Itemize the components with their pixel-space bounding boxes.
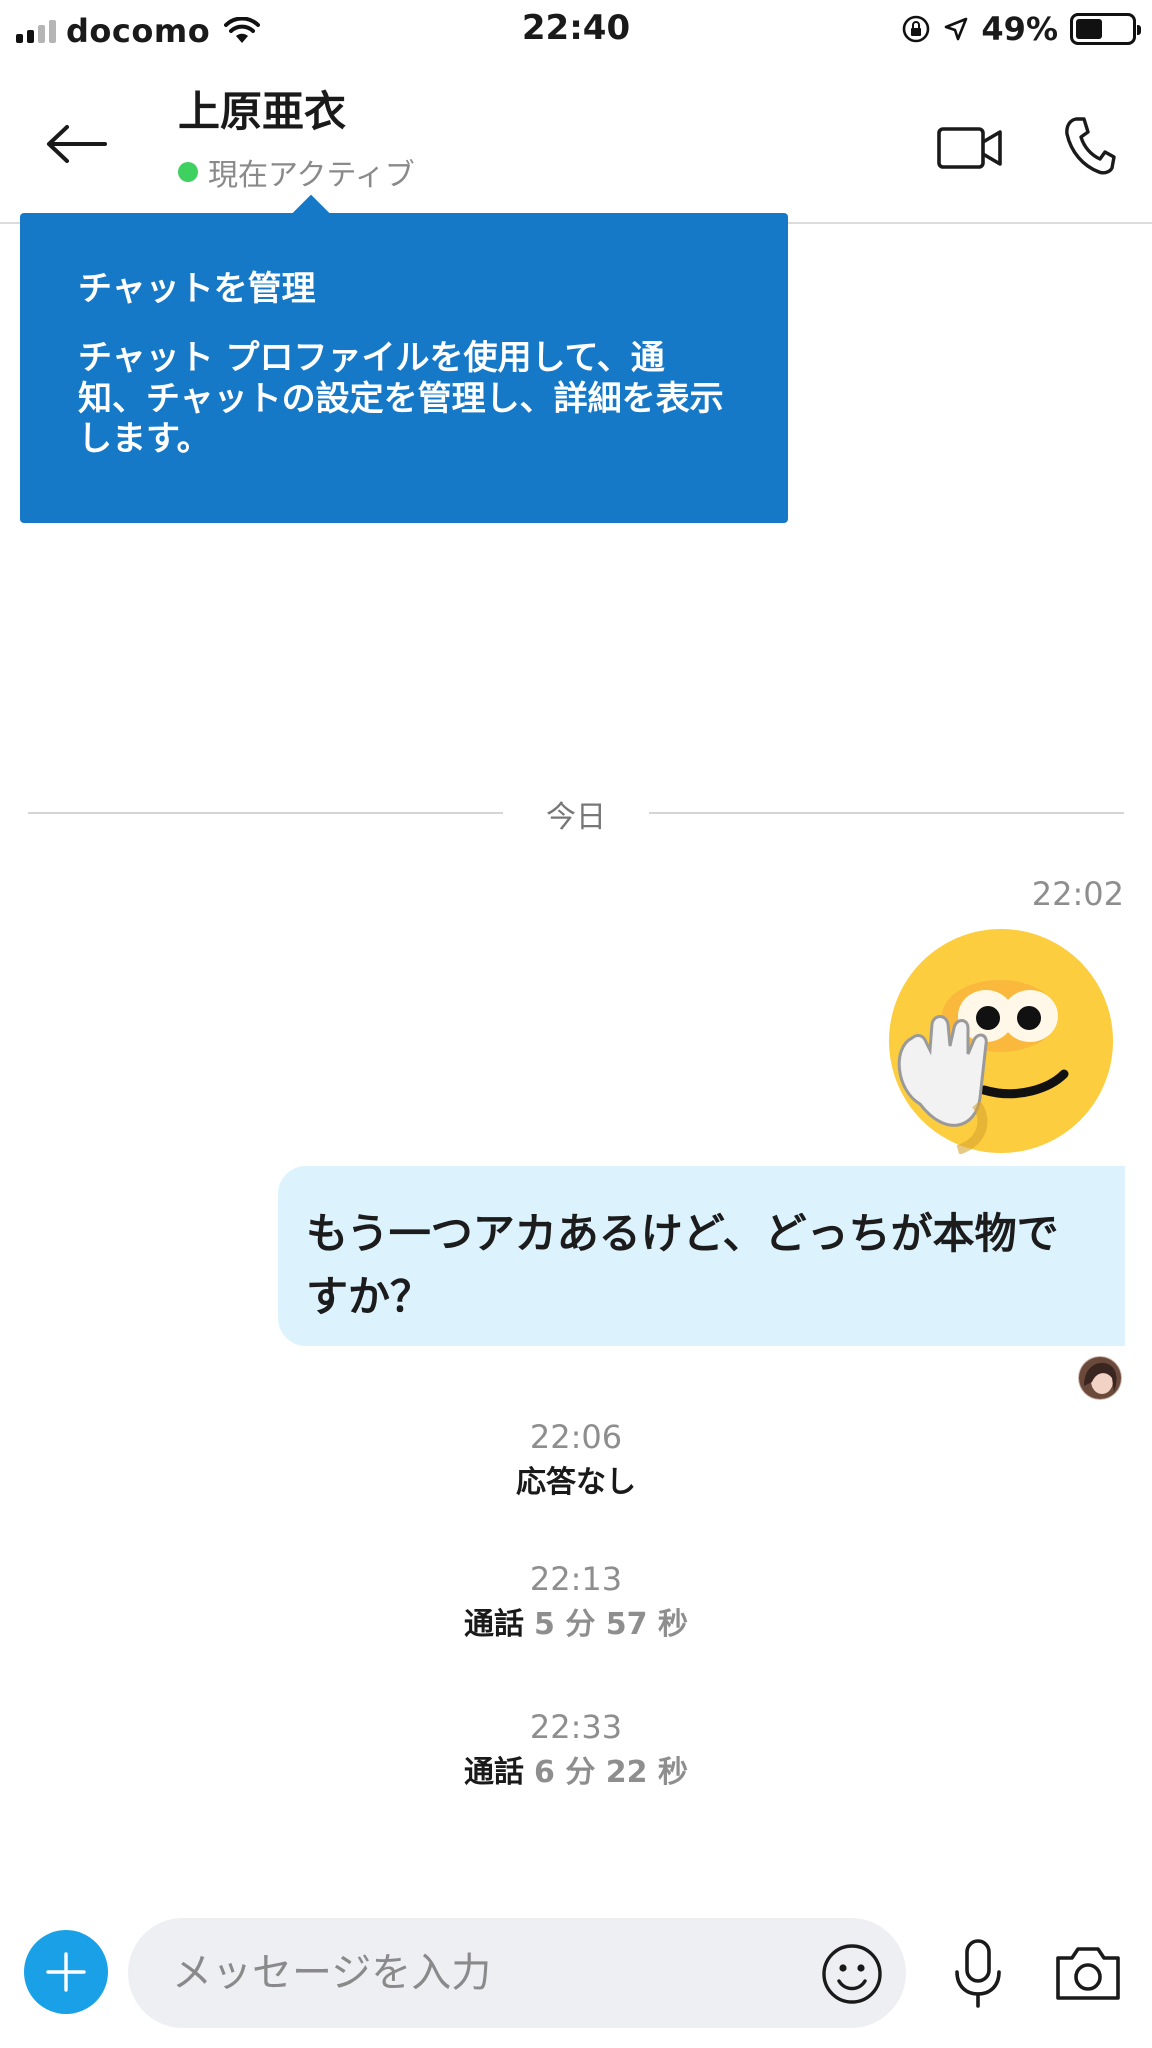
video-call-icon xyxy=(937,127,1002,169)
call-time: 22:33 xyxy=(529,1708,623,1746)
add-content-button[interactable] xyxy=(24,1930,108,2014)
date-divider: 今日 xyxy=(28,790,1124,835)
video-call-button[interactable] xyxy=(930,108,1010,188)
call-status: 通話 xyxy=(464,1607,525,1643)
call-description: 応答なし xyxy=(0,1460,1152,1505)
presence-dot xyxy=(178,162,198,182)
phone-icon xyxy=(1065,117,1116,175)
battery-percent: 49% xyxy=(981,10,1058,48)
smiley-icon xyxy=(822,1944,882,2004)
battery-icon xyxy=(1070,13,1141,45)
audio-call-button[interactable] xyxy=(1050,106,1130,186)
microphone-icon xyxy=(955,1939,1001,2008)
camera-icon xyxy=(1056,1947,1120,2000)
divider-line-right xyxy=(649,812,1124,814)
hand-over-mouth-emoji[interactable] xyxy=(888,928,1114,1154)
call-duration: 5 分 57 秒 xyxy=(534,1607,688,1643)
message-text: もう一つアカあるけど、どっちが本物ですか？ xyxy=(306,1209,1059,1321)
status-right: 49% xyxy=(901,10,1141,48)
contact-name[interactable]: 上原亜衣 xyxy=(178,78,346,139)
date-label: 今日 xyxy=(546,800,606,835)
rotation-lock-icon xyxy=(903,15,930,43)
avatar-read-receipt xyxy=(1078,1356,1122,1400)
camera-button[interactable] xyxy=(1052,1940,1124,2006)
location-arrow-icon xyxy=(945,17,968,41)
message-input[interactable] xyxy=(128,1918,906,2028)
call-log-entry-1: 22:13 通話 5 分 57 秒 xyxy=(0,1560,1152,1647)
back-arrow-icon xyxy=(47,125,107,163)
status-left: docomo xyxy=(16,12,261,50)
message-timestamp: 22:02 xyxy=(1031,875,1124,913)
wifi-icon xyxy=(224,17,261,43)
call-time: 22:06 xyxy=(529,1418,623,1456)
status-bar: docomo 22:40 49% xyxy=(0,0,1152,58)
presence-text: 現在アクティブ xyxy=(208,158,415,193)
call-time: 22:13 xyxy=(529,1560,623,1598)
call-log-entry-2: 22:33 通話 6 分 22 秒 xyxy=(0,1708,1152,1795)
signal-icon xyxy=(16,19,56,43)
emoji-button[interactable] xyxy=(818,1940,886,2008)
tooltip-body: チャット プロファイルを使用して、通知、チャットの設定を管理し、詳細を表示します… xyxy=(78,337,724,460)
tooltip-title: チャットを管理 xyxy=(78,269,316,309)
message-composer xyxy=(0,1900,1152,2048)
message-bubble[interactable]: もう一つアカあるけど、どっちが本物ですか？ xyxy=(278,1166,1125,1346)
call-log-entry-missed: 22:06 応答なし xyxy=(0,1418,1152,1505)
microphone-button[interactable] xyxy=(946,1936,1010,2012)
call-description: 通話 6 分 22 秒 xyxy=(0,1750,1152,1795)
call-duration: 6 分 22 秒 xyxy=(534,1755,688,1791)
carrier-name: docomo xyxy=(66,12,211,50)
presence-status: 現在アクティブ xyxy=(178,150,415,194)
call-description: 通話 5 分 57 秒 xyxy=(0,1602,1152,1647)
plus-icon xyxy=(46,1952,86,1992)
call-status: 応答なし xyxy=(516,1465,636,1501)
manage-chat-tooltip[interactable]: チャットを管理 チャット プロファイルを使用して、通知、チャットの設定を管理し、… xyxy=(20,213,788,523)
chat-header: 上原亜衣 現在アクティブ xyxy=(0,58,1152,224)
back-button[interactable] xyxy=(40,108,112,180)
call-status: 通話 xyxy=(464,1755,525,1791)
